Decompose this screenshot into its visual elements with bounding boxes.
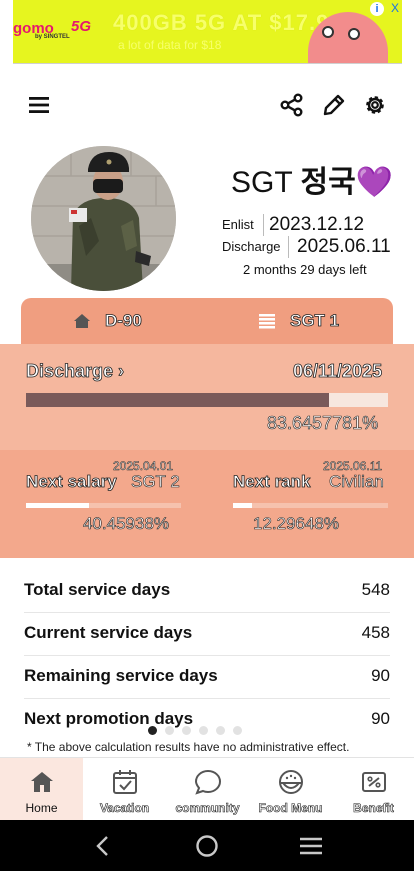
nav-item-vacation[interactable]: Vacation (83, 758, 166, 821)
share-icon[interactable] (279, 92, 305, 118)
next-rank-progress-fill (233, 503, 253, 508)
discharge-panel-label: Discharge › (26, 361, 125, 382)
ad-brand-logo: gomo by SINGTEL (13, 20, 70, 40)
hamburger-icon[interactable] (27, 92, 53, 118)
stat-row-total: Total service days 548 (24, 570, 390, 613)
tab-d-day-label: D-90 (105, 311, 143, 331)
discharge-date: 2025.06.11 (297, 236, 391, 257)
nav-item-food-menu[interactable]: Food Menu (249, 758, 332, 821)
recents-lines-icon[interactable] (297, 832, 325, 860)
next-salary-percent: 40.45938% (83, 514, 170, 534)
discharge-progress-fill (26, 393, 329, 407)
page-indicator-dot[interactable] (216, 726, 225, 735)
rank-stripes-icon (259, 314, 275, 329)
nav-item-benefit[interactable]: Benefit (332, 758, 414, 821)
coupon-icon (362, 772, 386, 792)
page-indicator-dot[interactable] (182, 726, 191, 735)
chat-bubble-icon (194, 769, 222, 795)
nav-label: Food Menu (258, 801, 323, 816)
discharge-percent: 83.6457781% (267, 413, 379, 434)
stat-value: 548 (361, 580, 390, 599)
page-indicator-dot[interactable] (148, 726, 157, 735)
stat-row-remaining: Remaining service days 90 (24, 656, 390, 699)
remaining-time: 2 months 29 days left (243, 262, 367, 277)
stat-row-current: Current service days 458 (24, 613, 390, 656)
page-indicator-dot[interactable] (165, 726, 174, 735)
stat-label: Total service days (24, 580, 171, 599)
next-salary-date: 2025.04.01 (113, 459, 174, 474)
bottom-navigation: Home Vacation community Food Menu Benefi… (0, 757, 414, 821)
ad-close-icon[interactable]: X (391, 1, 399, 15)
nav-label: community (175, 801, 240, 816)
home-icon (74, 314, 90, 328)
page-indicator-dot[interactable] (233, 726, 242, 735)
nav-label: Vacation (99, 801, 150, 816)
ad-info-icon[interactable]: i (370, 2, 384, 16)
next-rank-progress-bar (233, 503, 388, 508)
next-salary-target: SGT 2 (131, 472, 180, 492)
stat-value: 90 (371, 709, 390, 728)
nav-label: Home (25, 801, 58, 815)
system-navigation-bar (0, 820, 414, 871)
calendar-check-icon (113, 770, 137, 794)
stat-row-next-promotion: Next promotion days 90 (24, 699, 390, 742)
next-salary-progress-fill (26, 503, 89, 508)
nav-item-home[interactable]: Home (0, 758, 83, 821)
stat-label: Current service days (24, 623, 193, 642)
discharge-panel[interactable]: Discharge › 06/11/2025 83.6457781% (0, 344, 414, 450)
next-rank-percent: 12.29648% (253, 514, 340, 534)
disclaimer-text: * The above calculation results have no … (27, 740, 350, 754)
rice-bowl-icon (279, 770, 303, 794)
back-chevron-icon[interactable] (89, 832, 117, 860)
circle-home-icon[interactable] (193, 832, 221, 860)
summary-tabs: D-90 SGT 1 (21, 298, 393, 344)
page-indicator-dot[interactable] (199, 726, 208, 735)
next-rank-target: Civilian (329, 472, 384, 492)
enlist-date: 2023.12.12 (269, 214, 365, 235)
next-salary-progress-bar (26, 503, 181, 508)
stat-label: Remaining service days (24, 666, 218, 685)
gear-icon[interactable] (362, 92, 388, 118)
nav-item-community[interactable]: community (166, 758, 249, 821)
tab-rank[interactable]: SGT 1 (258, 298, 340, 344)
discharge-divider (288, 236, 289, 258)
ad-subline: a lot of data for $18 (118, 38, 222, 52)
discharge-label: Discharge (222, 239, 281, 254)
chevron-right-icon: › (118, 361, 125, 382)
home-icon (31, 772, 53, 792)
enlist-divider (263, 214, 264, 236)
pencil-icon[interactable] (321, 92, 347, 118)
soldier-name: SGT 정국💜 (231, 166, 394, 199)
discharge-panel-date: 06/11/2025 (293, 361, 383, 382)
next-rank-date: 2025.06.11 (323, 459, 383, 474)
enlist-label: Enlist (222, 217, 254, 232)
page-indicator[interactable] (148, 726, 242, 735)
ad-banner[interactable]: gomo by SINGTEL 5G 400GB 5G AT $17.99 a … (13, 0, 402, 64)
profile-avatar[interactable] (31, 146, 176, 291)
tab-rank-label: SGT 1 (290, 311, 340, 331)
ad-headline: 400GB 5G AT $17.99 (113, 10, 343, 35)
next-rank-label: Next rank (233, 472, 311, 492)
app-screen: gomo by SINGTEL 5G 400GB 5G AT $17.99 a … (0, 0, 414, 871)
next-progress-panel: 2025.04.01 Next salary SGT 2 40.45938% 2… (0, 450, 414, 558)
nav-label: Benefit (353, 801, 394, 816)
ad-network-label: 5G (71, 18, 92, 35)
stat-value: 458 (361, 623, 390, 642)
stat-value: 90 (371, 666, 390, 685)
tab-d-day[interactable]: D-90 (73, 298, 142, 344)
next-salary-label: Next salary (26, 472, 118, 492)
discharge-progress-bar (26, 393, 388, 407)
